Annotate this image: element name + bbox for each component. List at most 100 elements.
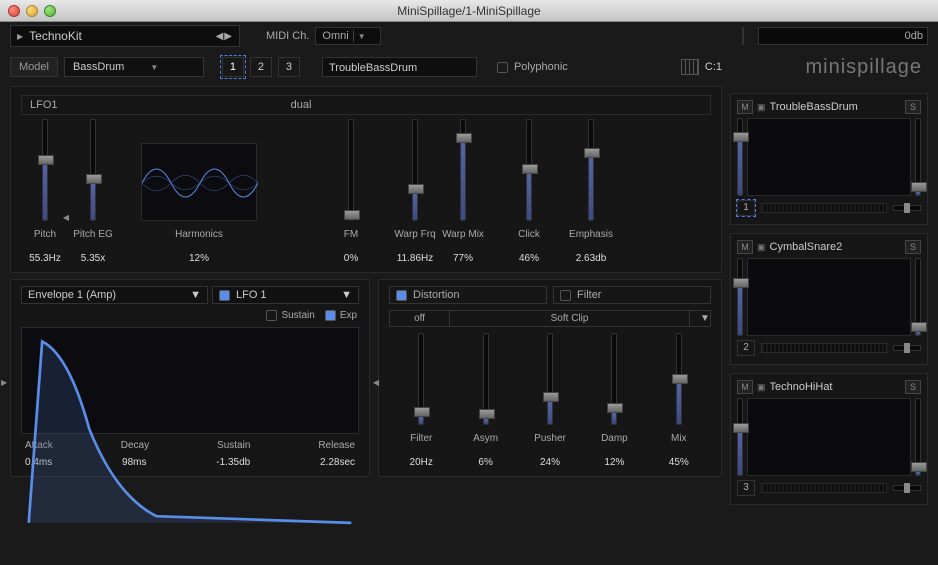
param-label: Pitch EG xyxy=(73,229,112,243)
solo-button[interactable]: S xyxy=(905,240,921,254)
click-slider[interactable] xyxy=(526,119,532,221)
pad-send-slider[interactable] xyxy=(915,118,921,196)
envelope-graph[interactable] xyxy=(21,327,359,434)
pad-send-slider[interactable] xyxy=(915,258,921,336)
param-label: Filter xyxy=(410,433,432,447)
preset-name: TechnoKit xyxy=(29,29,215,43)
preset-prev-next-icon[interactable]: ◀▶ xyxy=(216,31,233,42)
param-value: 6% xyxy=(478,457,492,468)
param-value: 24% xyxy=(540,457,560,468)
filter-slider[interactable] xyxy=(418,333,424,425)
pusher-slider[interactable] xyxy=(547,333,553,425)
param-label: FM xyxy=(344,229,358,243)
model-dropdown[interactable]: BassDrum ▼ xyxy=(64,57,204,77)
patch-name-field[interactable]: TroubleBassDrum xyxy=(322,57,477,77)
param-label: Pusher xyxy=(534,433,566,447)
slot-2-button[interactable]: 2 xyxy=(250,57,272,77)
exp-checkbox[interactable]: Exp xyxy=(325,310,357,321)
pad-number[interactable]: 2 xyxy=(737,340,755,356)
pad-card-1[interactable]: M ▣ TroubleBassDrum S 1 xyxy=(730,93,928,225)
asym-slider[interactable] xyxy=(483,333,489,425)
solo-button[interactable]: S xyxy=(905,380,921,394)
param-label: Click xyxy=(518,229,540,243)
pad-volume-slider[interactable] xyxy=(737,258,743,336)
pad-name: TechnoHiHat xyxy=(770,381,901,393)
pitch-slider[interactable] xyxy=(42,119,48,221)
fx-algo-dropdown[interactable]: Soft Clip xyxy=(450,311,689,326)
keymap-label[interactable]: C:1 xyxy=(705,61,722,73)
filter-toggle[interactable]: Filter xyxy=(553,286,711,304)
pad-send-slider[interactable] xyxy=(915,398,921,476)
osc-mode: dual xyxy=(72,96,530,114)
window-minimize-button[interactable] xyxy=(26,5,38,17)
pad-waveform xyxy=(747,118,911,196)
pad-pan-slider[interactable] xyxy=(893,345,921,351)
param-value: 0% xyxy=(344,253,358,264)
emphasis-slider[interactable] xyxy=(588,119,594,221)
param-label: Harmonics xyxy=(175,229,223,243)
warp frq-slider[interactable] xyxy=(412,119,418,221)
folder-icon: ▣ xyxy=(757,242,766,253)
midi-channel-dropdown[interactable]: Omni ▼ xyxy=(315,27,380,45)
triangle-left-icon[interactable]: ▶ xyxy=(1,378,7,387)
keyboard-icon[interactable] xyxy=(681,59,699,75)
pad-number[interactable]: 3 xyxy=(737,480,755,496)
pad-pan-slider[interactable] xyxy=(893,205,921,211)
distortion-toggle[interactable]: Distortion xyxy=(389,286,547,304)
param-value: 2.63db xyxy=(576,253,607,264)
param-value: 20Hz xyxy=(410,457,433,468)
param-value: 77% xyxy=(453,253,473,264)
preset-selector[interactable]: ▶ TechnoKit ◀▶ xyxy=(10,25,240,47)
param-label: Asym xyxy=(473,433,498,447)
chevron-down-icon: ▼ xyxy=(689,311,710,326)
param-label: Emphasis xyxy=(569,229,613,243)
mute-button[interactable]: M xyxy=(737,380,753,394)
checkbox-icon xyxy=(497,62,508,73)
checkbox-icon xyxy=(560,290,571,301)
pad-meter xyxy=(761,483,887,493)
triangle-right-icon[interactable]: ◀ xyxy=(373,378,379,387)
slot-1-button[interactable]: 1 xyxy=(222,57,244,77)
param-label: Pitch xyxy=(34,229,56,243)
checkbox-icon xyxy=(266,310,277,321)
chevron-down-icon: ▼ xyxy=(190,289,201,301)
polyphonic-toggle[interactable]: Polyphonic xyxy=(483,61,582,73)
harmonics-display[interactable] xyxy=(141,143,257,221)
chevron-down-icon: ▼ xyxy=(150,63,158,72)
solo-button[interactable]: S xyxy=(905,100,921,114)
pad-waveform xyxy=(747,258,911,336)
mix-slider[interactable] xyxy=(676,333,682,425)
param-value: 12% xyxy=(189,253,209,264)
lfo-toggle[interactable]: LFO 1 ▼ xyxy=(212,286,359,304)
fx-off-button[interactable]: off xyxy=(390,311,450,326)
fm-slider[interactable] xyxy=(348,119,354,221)
window-close-button[interactable] xyxy=(8,5,20,17)
pad-waveform xyxy=(747,398,911,476)
slot-3-button[interactable]: 3 xyxy=(278,57,300,77)
pad-card-2[interactable]: M ▣ CymbalSnare2 S 2 xyxy=(730,233,928,365)
fx-panel: Distortion Filter off Soft Clip ▼ xyxy=(378,279,722,477)
param-value: 45% xyxy=(669,457,689,468)
pad-pan-slider[interactable] xyxy=(893,485,921,491)
window-title: MiniSpillage/1-MiniSpillage xyxy=(0,4,938,18)
envelope-selector[interactable]: Envelope 1 (Amp) ▼ xyxy=(21,286,208,304)
checkbox-icon xyxy=(219,290,230,301)
model-label: Model xyxy=(10,57,58,77)
param-label: Damp xyxy=(601,433,628,447)
pad-volume-slider[interactable] xyxy=(737,398,743,476)
pad-volume-slider[interactable] xyxy=(737,118,743,196)
lfo-header[interactable]: LFO1 dual xyxy=(21,95,711,115)
pitch eg-slider[interactable] xyxy=(90,119,96,221)
output-meter: 0db xyxy=(758,27,928,45)
sustain-checkbox[interactable]: Sustain xyxy=(266,310,314,321)
pad-meter xyxy=(761,343,887,353)
warp mix-slider[interactable] xyxy=(460,119,466,221)
param-value: 11.86Hz xyxy=(397,253,434,264)
damp-slider[interactable] xyxy=(611,333,617,425)
mute-button[interactable]: M xyxy=(737,240,753,254)
checkbox-icon xyxy=(396,290,407,301)
pad-number[interactable]: 1 xyxy=(737,200,755,216)
pad-card-3[interactable]: M ▣ TechnoHiHat S 3 xyxy=(730,373,928,505)
window-zoom-button[interactable] xyxy=(44,5,56,17)
mute-button[interactable]: M xyxy=(737,100,753,114)
